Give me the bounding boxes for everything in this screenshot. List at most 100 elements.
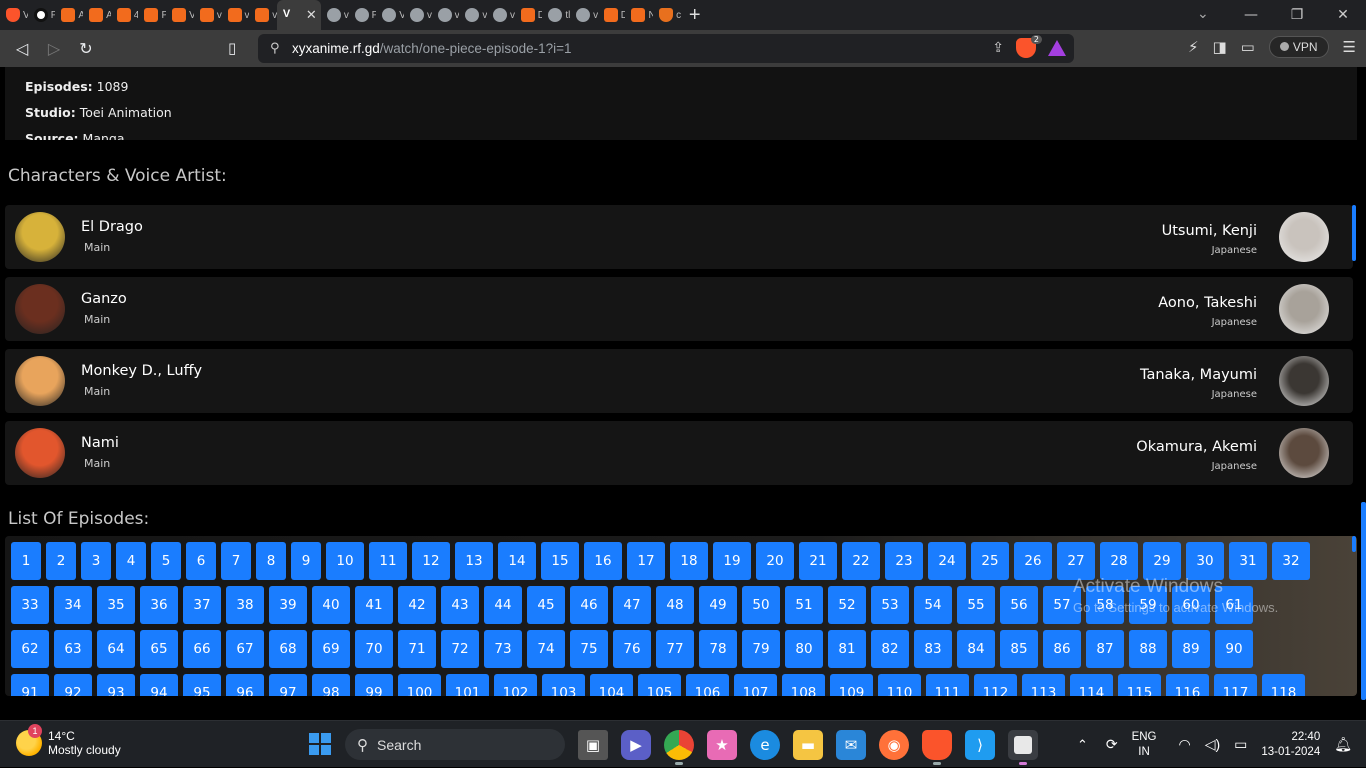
episode-button[interactable]: 109 — [830, 674, 873, 696]
episode-button[interactable]: 56 — [1000, 586, 1038, 624]
episode-button[interactable]: 75 — [570, 630, 608, 668]
site-info-icon[interactable]: ⚲ — [270, 41, 288, 56]
episode-button[interactable]: 117 — [1214, 674, 1257, 696]
mail-icon[interactable]: ✉ — [836, 730, 866, 760]
browser-tab[interactable]: A — [55, 0, 83, 30]
episode-button[interactable]: 97 — [269, 674, 307, 696]
episode-button[interactable]: 13 — [455, 542, 493, 580]
episode-button[interactable]: 15 — [541, 542, 579, 580]
episode-scrollbar[interactable] — [1352, 536, 1356, 552]
episode-button[interactable]: 108 — [782, 674, 825, 696]
tab-search-icon[interactable]: ⌄ — [1197, 6, 1209, 22]
episode-button[interactable]: 74 — [527, 630, 565, 668]
episode-button[interactable]: 104 — [590, 674, 633, 696]
browser-tab[interactable]: v — [321, 0, 349, 30]
episode-button[interactable]: 20 — [756, 542, 794, 580]
episode-button[interactable]: 102 — [494, 674, 537, 696]
episode-button[interactable]: 17 — [627, 542, 665, 580]
episode-button[interactable]: 77 — [656, 630, 694, 668]
episode-button[interactable]: 22 — [842, 542, 880, 580]
episode-button[interactable]: 38 — [226, 586, 264, 624]
episode-button[interactable]: 86 — [1043, 630, 1081, 668]
episode-button[interactable]: 44 — [484, 586, 522, 624]
episode-button[interactable]: 37 — [183, 586, 221, 624]
brave-rewards-icon[interactable] — [1048, 40, 1066, 56]
browser-tab[interactable]: c — [653, 0, 681, 30]
browser-tab[interactable]: v — [222, 0, 249, 30]
file-explorer-icon[interactable]: ▬ — [793, 730, 823, 760]
reload-icon[interactable]: ↻ — [70, 39, 102, 58]
episode-button[interactable]: 95 — [183, 674, 221, 696]
episode-button[interactable]: 6 — [186, 542, 216, 580]
clock[interactable]: 22:40 13-01-2024 — [1261, 730, 1320, 760]
browser-tab[interactable]: V — [376, 0, 404, 30]
character-card[interactable]: Nami Main Okamura, Akemi Japanese — [5, 421, 1353, 485]
episode-button[interactable]: 110 — [878, 674, 921, 696]
episode-button[interactable]: 81 — [828, 630, 866, 668]
episode-button[interactable]: 115 — [1118, 674, 1161, 696]
close-window-icon[interactable]: ✕ — [1320, 7, 1366, 23]
leo-ai-icon[interactable]: ⚡ — [1188, 38, 1199, 56]
episode-button[interactable]: 68 — [269, 630, 307, 668]
menu-icon[interactable]: ☰ — [1343, 38, 1356, 56]
episode-button[interactable]: 98 — [312, 674, 350, 696]
episode-button[interactable]: 72 — [441, 630, 479, 668]
browser-tab[interactable]: V — [0, 0, 28, 30]
episode-button[interactable]: 107 — [734, 674, 777, 696]
episode-button[interactable]: 8 — [256, 542, 286, 580]
episode-button[interactable]: 46 — [570, 586, 608, 624]
character-card[interactable]: El Drago Main Utsumi, Kenji Japanese — [5, 205, 1353, 269]
episode-button[interactable]: 2 — [46, 542, 76, 580]
language-indicator[interactable]: ENG IN — [1132, 730, 1157, 760]
browser-tab[interactable]: v — [249, 0, 277, 30]
browser-tab[interactable]: V ✕ — [276, 0, 321, 30]
chrome-icon[interactable] — [664, 730, 694, 765]
episode-button[interactable]: 66 — [183, 630, 221, 668]
taskbar-search[interactable]: ⚲ Search — [345, 729, 565, 760]
episode-button[interactable]: 48 — [656, 586, 694, 624]
episode-button[interactable]: 1 — [11, 542, 41, 580]
new-tab-icon[interactable]: + — [689, 4, 701, 27]
browser-tab[interactable]: v — [432, 0, 459, 30]
episode-button[interactable]: 9 — [291, 542, 321, 580]
browser-tab[interactable]: v — [459, 0, 487, 30]
episode-button[interactable]: 73 — [484, 630, 522, 668]
character-scrollbar[interactable] — [1352, 205, 1356, 261]
browser-tab[interactable]: P — [28, 0, 55, 30]
episode-button[interactable]: 53 — [871, 586, 909, 624]
brave-shields-icon[interactable]: 2 — [1016, 35, 1042, 58]
browser-tab[interactable]: P — [349, 0, 376, 30]
episode-button[interactable]: 101 — [446, 674, 489, 696]
episode-button[interactable]: 88 — [1129, 630, 1167, 668]
vpn-button[interactable]: VPN — [1268, 36, 1329, 58]
episode-button[interactable]: 5 — [151, 542, 181, 580]
episode-button[interactable]: 96 — [226, 674, 264, 696]
browser-tab[interactable]: P — [138, 0, 166, 30]
episode-button[interactable]: 99 — [355, 674, 393, 696]
episode-button[interactable]: 47 — [613, 586, 651, 624]
address-bar[interactable]: ⚲ xyxanime.rf.gd/watch/one-piece-episode… — [258, 34, 1074, 63]
episode-button[interactable]: 80 — [785, 630, 823, 668]
episode-button[interactable]: 90 — [1215, 630, 1253, 668]
episode-button[interactable]: 55 — [957, 586, 995, 624]
episode-button[interactable]: 116 — [1166, 674, 1209, 696]
episode-button[interactable]: 33 — [11, 586, 49, 624]
episode-button[interactable]: 43 — [441, 586, 479, 624]
notification-bell-icon[interactable]: 🔔︎ — [1334, 736, 1352, 753]
episode-button[interactable]: 118 — [1262, 674, 1305, 696]
browser-tab[interactable]: v — [194, 0, 222, 30]
browser-tab[interactable]: v — [487, 0, 515, 30]
browser-tab[interactable]: v — [570, 0, 598, 30]
page-scrollbar[interactable] — [1361, 502, 1366, 700]
episode-button[interactable]: 112 — [974, 674, 1017, 696]
teams-icon[interactable]: ▶ — [621, 730, 651, 760]
episode-button[interactable]: 65 — [140, 630, 178, 668]
episode-button[interactable]: 84 — [957, 630, 995, 668]
episode-button[interactable]: 63 — [54, 630, 92, 668]
episode-button[interactable]: 24 — [928, 542, 966, 580]
episode-button[interactable]: 14 — [498, 542, 536, 580]
browser-tab[interactable]: tl — [542, 0, 570, 30]
episode-button[interactable]: 42 — [398, 586, 436, 624]
episode-button[interactable]: 105 — [638, 674, 681, 696]
browser-tab[interactable]: 4 — [111, 0, 138, 30]
